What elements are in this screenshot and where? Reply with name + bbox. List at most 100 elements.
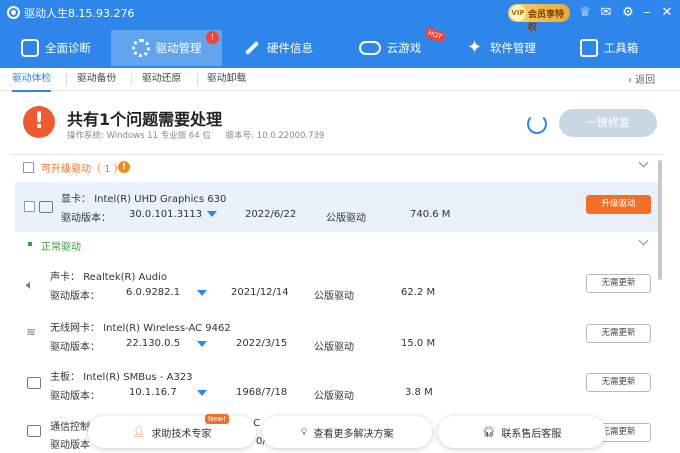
vip-button[interactable]: VIP 会员享特权 — [508, 4, 570, 33]
device-model: Intel(R) SMBus - A323 — [83, 372, 193, 383]
no-update-button[interactable]: 无需更新 — [586, 324, 651, 343]
mail-icon[interactable]: ✉ — [597, 4, 615, 22]
driver-size: 740.6 M — [410, 209, 451, 220]
settings-icon[interactable]: ⚙ — [619, 4, 637, 22]
warning-icon: ! — [23, 106, 55, 138]
device-name: 显卡： Intel(R) UHD Graphics 630 — [61, 190, 226, 205]
chevron-down-icon[interactable] — [638, 235, 649, 246]
tab-cloud-gaming[interactable]: 云游戏 — [350, 30, 430, 66]
driver-kind: 公版驱动 — [314, 291, 354, 302]
app-title: 驱动人生8.15.93.276 — [24, 7, 135, 20]
refresh-icon[interactable] — [527, 114, 547, 134]
upgrade-driver-button[interactable]: 升级驱动 — [586, 195, 651, 214]
speaker-icon: 🔈︎ — [26, 278, 34, 293]
device-name: 声卡： Realtek(R) Audio — [50, 268, 167, 283]
version-label: 驱动版本： — [61, 213, 111, 224]
one-click-fix-button[interactable]: 一键修复 — [559, 109, 657, 137]
crown-icon[interactable]: ♕ — [576, 4, 594, 22]
driver-kind: 公版驱动 — [326, 213, 366, 224]
version-dropdown-icon[interactable] — [197, 390, 207, 396]
apps-icon — [466, 37, 484, 58]
customer-support-button[interactable]: 🎧︎ 联系售后客服 — [438, 416, 606, 448]
main-nav: 全面诊断 驱动管理 ! 硬件信息 云游戏 HOT 软件管理 工具箱 — [0, 26, 680, 66]
version-dropdown-icon[interactable] — [197, 341, 207, 347]
more-solutions-button[interactable]: 💡︎ 查看更多解决方案 — [262, 416, 432, 448]
vip-icon: VIP — [510, 5, 526, 21]
controller-icon — [27, 425, 41, 437]
subtab-driver-uninstall[interactable]: 驱动卸载 — [207, 68, 246, 91]
driver-date: 2022/3/15 — [236, 338, 288, 349]
tab-hardware-info[interactable]: 硬件信息 — [236, 30, 320, 66]
wrench-icon — [243, 39, 261, 57]
divider — [66, 74, 67, 85]
driver-size: 3.8 M — [405, 387, 433, 398]
app-logo-icon — [7, 6, 20, 19]
os-info: 操作系统: Windows 11 专业版 64 位 版本号: 10.0.2200… — [67, 129, 324, 141]
driver-checkbox[interactable] — [24, 201, 35, 212]
window-header: 驱动人生8.15.93.276 VIP 会员享特权 ♕ ✉ ⚙ – ✕ — [0, 0, 680, 33]
minimize-icon[interactable]: – — [638, 4, 656, 22]
subtab-driver-restore[interactable]: 驱动还原 — [142, 68, 181, 91]
user-icon: 👤︎ — [132, 426, 146, 438]
version-label: 驱动版本： — [50, 391, 100, 402]
upgradable-section-title: 可升级驱动（ 1 ） — [41, 164, 124, 175]
driver-size: 15.0 M — [401, 338, 436, 349]
tab-cloud-gaming-label: 云游戏 — [386, 41, 422, 55]
version-label: 驱动版本 — [50, 440, 90, 451]
tab-diagnosis[interactable]: 全面诊断 — [14, 30, 98, 66]
tab-software-management-label: 软件管理 — [490, 41, 536, 55]
tab-diagnosis-label: 全面诊断 — [45, 41, 91, 55]
status-icon — [28, 242, 32, 246]
summary-title: 共有1个问题需要处理 — [67, 110, 223, 129]
version-dropdown-icon[interactable] — [197, 290, 207, 296]
device-type: 声卡： — [50, 272, 80, 283]
gear-icon — [131, 39, 150, 57]
driver-size: 62.2 M — [401, 287, 436, 298]
expert-help-label: 求助技术专家 — [151, 428, 212, 440]
os-label: 操作系统: Windows 11 专业版 64 位 — [67, 131, 211, 141]
monitor-icon — [21, 39, 39, 57]
no-update-button[interactable]: 无需更新 — [586, 274, 651, 293]
device-type: 通信控制 — [50, 422, 90, 433]
driver-kind: 公版驱动 — [314, 391, 354, 402]
tab-driver-management[interactable]: 驱动管理 ! — [111, 30, 222, 66]
device-type: 无线网卡： — [50, 323, 100, 334]
motherboard-icon — [27, 377, 41, 389]
lightbulb-icon: 💡︎ — [300, 426, 308, 438]
wifi-icon: ≋ — [26, 325, 37, 339]
driver-date: 2021/12/14 — [231, 287, 289, 298]
expert-help-button[interactable]: 👤︎ 求助技术专家 — [88, 416, 256, 448]
back-label: 返回 — [635, 75, 656, 86]
title-bar: 驱动人生8.15.93.276 VIP 会员享特权 ♕ ✉ ⚙ – ✕ 全面诊断… — [0, 0, 680, 68]
customer-support-label: 联系售后客服 — [501, 428, 562, 440]
version-dropdown-icon[interactable] — [207, 211, 217, 217]
no-update-button[interactable]: 无需更新 — [586, 373, 651, 392]
tab-toolbox[interactable]: 工具箱 — [575, 30, 643, 66]
driver-version: 22.130.0.5 — [126, 338, 181, 349]
sub-nav: 驱动体检 驱动备份 驱动还原 驱动卸载 ‹ 返回 — [0, 68, 680, 92]
driver-date: 1968/7/18 — [236, 387, 288, 398]
select-all-upgradable-checkbox[interactable] — [23, 162, 34, 173]
version-label: 驱动版本： — [50, 342, 100, 353]
device-model: Intel(R) UHD Graphics 630 — [94, 194, 227, 205]
scrollbar[interactable] — [658, 160, 662, 280]
alert-icon: ! — [118, 161, 130, 173]
subtab-driver-check[interactable]: 驱动体检 — [12, 68, 52, 92]
device-model: Intel(R) Wireless-AC 9462 — [103, 323, 231, 334]
chevron-down-icon[interactable] — [638, 157, 649, 168]
subtab-driver-backup[interactable]: 驱动备份 — [77, 68, 116, 91]
device-model: Realtek(R) Audio — [83, 272, 167, 283]
tab-software-management[interactable]: 软件管理 — [458, 30, 544, 66]
divider — [10, 154, 663, 155]
summary-panel: ! 共有1个问题需要处理 操作系统: Windows 11 专业版 64 位 版… — [0, 92, 680, 154]
driver-version: 6.0.9282.1 — [126, 287, 181, 298]
toolbox-icon — [579, 39, 598, 57]
back-button[interactable]: ‹ 返回 — [628, 71, 655, 86]
tab-toolbox-label: 工具箱 — [603, 41, 639, 55]
new-tag: New! — [205, 414, 230, 424]
device-type: 主板： — [50, 372, 80, 383]
tab-hardware-info-label: 硬件信息 — [267, 41, 313, 55]
divider — [197, 74, 198, 85]
close-icon[interactable]: ✕ — [658, 4, 676, 22]
driver-version: 10.1.16.7 — [129, 387, 177, 398]
